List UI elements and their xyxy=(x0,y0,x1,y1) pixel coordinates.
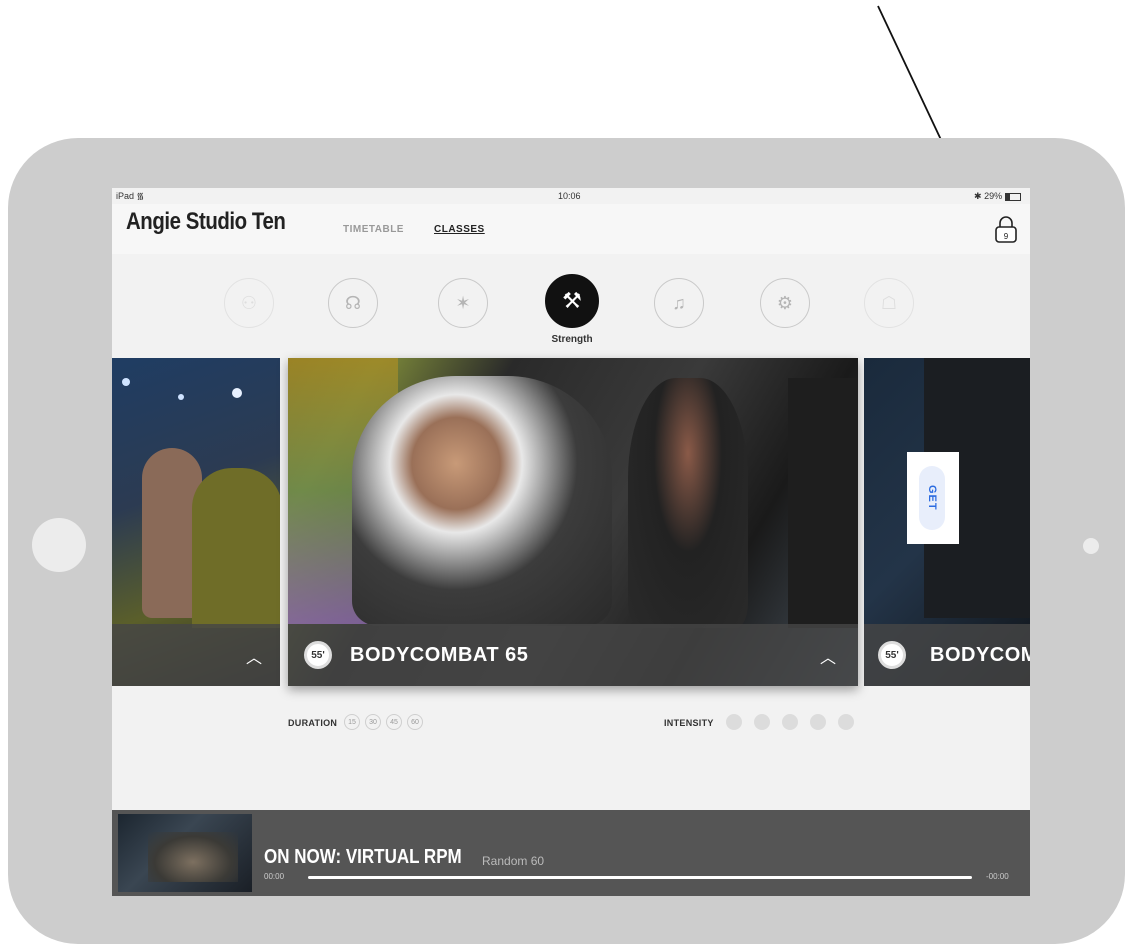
duration-chip[interactable]: 60 xyxy=(407,714,423,730)
card-info-bar: ︿ xyxy=(112,624,280,686)
status-battery: ✱ 29% xyxy=(974,188,1021,204)
category-partner-icon[interactable]: ⚇ xyxy=(224,278,274,328)
duration-chip[interactable]: 30 xyxy=(365,714,381,730)
category-martial-arts-icon[interactable]: ✶ xyxy=(438,278,488,328)
now-playing-bar[interactable]: ON NOW: VIRTUAL RPM Random 60 00:00 -00:… xyxy=(112,810,1030,896)
mat-exercise-icon: ☊ xyxy=(345,292,361,313)
intensity-dot[interactable] xyxy=(782,714,798,730)
stage-light xyxy=(232,388,242,398)
duration-chip[interactable]: 15 xyxy=(344,714,360,730)
status-time: 10:06 xyxy=(558,191,581,201)
card-info-bar: 55' BODYCOMB xyxy=(864,624,1030,686)
battery-icon xyxy=(1004,192,1021,201)
category-active-label: Strength xyxy=(551,334,593,345)
status-device: iPad ᯾ xyxy=(116,191,145,201)
participant-figure xyxy=(192,468,280,628)
martial-arts-kick-icon: ✶ xyxy=(455,292,471,313)
stage-light xyxy=(178,394,184,400)
category-dance-icon[interactable]: ♫ xyxy=(654,278,704,328)
category-strength-icon[interactable]: ⚒ xyxy=(545,274,599,328)
remaining-time: -00:00 xyxy=(986,872,1009,881)
progress-track[interactable] xyxy=(308,876,972,879)
class-card-main[interactable]: 55' BODYCOMBAT 65 ︿ xyxy=(288,358,858,686)
get-button[interactable]: GET xyxy=(919,466,945,530)
tab-classes[interactable]: CLASSES xyxy=(434,224,485,235)
dance-icon: ♫ xyxy=(672,292,686,313)
bluetooth-icon: ✱ xyxy=(974,191,982,201)
participant-figure xyxy=(628,378,748,628)
intensity-dot[interactable] xyxy=(754,714,770,730)
instructor-figure xyxy=(352,376,612,626)
chevron-up-icon[interactable]: ︿ xyxy=(820,644,836,668)
intensity-dot[interactable] xyxy=(838,714,854,730)
duration-chip[interactable]: 45 xyxy=(386,714,402,730)
cyclists-image xyxy=(148,832,238,882)
lock-badge: 9 xyxy=(1004,232,1009,241)
category-yoga-icon[interactable]: ☖ xyxy=(864,278,914,328)
duration-badge: 55' xyxy=(304,641,332,669)
studio-name: Angie Studio Ten xyxy=(126,208,286,235)
duration-label: DURATION xyxy=(288,718,338,728)
category-mat-icon[interactable]: ☊ xyxy=(328,278,378,328)
weightlifting-icon: ⚒ xyxy=(562,288,582,313)
class-title: BODYCOMB xyxy=(930,644,1030,666)
tab-timetable[interactable]: TIMETABLE xyxy=(343,224,404,235)
class-card-previous[interactable]: ︿ xyxy=(112,358,280,686)
ipad-screen: iPad ᯾ 10:06 ✱ 29% Angie Studio Ten TIME… xyxy=(112,188,1030,896)
card-info-bar: 55' BODYCOMBAT 65 ︿ xyxy=(288,624,858,686)
get-button-frame: GET xyxy=(907,452,959,544)
now-playing-thumbnail xyxy=(118,814,252,892)
wifi-icon: ᯾ xyxy=(136,191,145,201)
camera-dot xyxy=(1083,538,1099,554)
category-kettlebell-icon[interactable]: ⚙ xyxy=(760,278,810,328)
class-title: BODYCOMBAT 65 xyxy=(350,644,529,666)
kettlebell-icon: ⚙ xyxy=(776,292,794,313)
home-button[interactable] xyxy=(32,518,86,572)
duration-badge: 55' xyxy=(878,641,906,669)
intensity-dot[interactable] xyxy=(726,714,742,730)
intensity-label: INTENSITY xyxy=(664,718,714,728)
now-playing-title: ON NOW: VIRTUAL RPM xyxy=(264,846,462,868)
partner-workout-icon: ⚇ xyxy=(240,292,258,313)
lock-icon[interactable]: 9 xyxy=(993,214,1019,244)
yoga-pose-icon: ☖ xyxy=(880,292,898,313)
chevron-up-icon[interactable]: ︿ xyxy=(246,644,262,668)
stage-light xyxy=(122,378,130,386)
now-playing-subtitle: Random 60 xyxy=(482,854,545,868)
participant-figure xyxy=(788,378,858,628)
intensity-dot[interactable] xyxy=(810,714,826,730)
elapsed-time: 00:00 xyxy=(264,872,285,881)
